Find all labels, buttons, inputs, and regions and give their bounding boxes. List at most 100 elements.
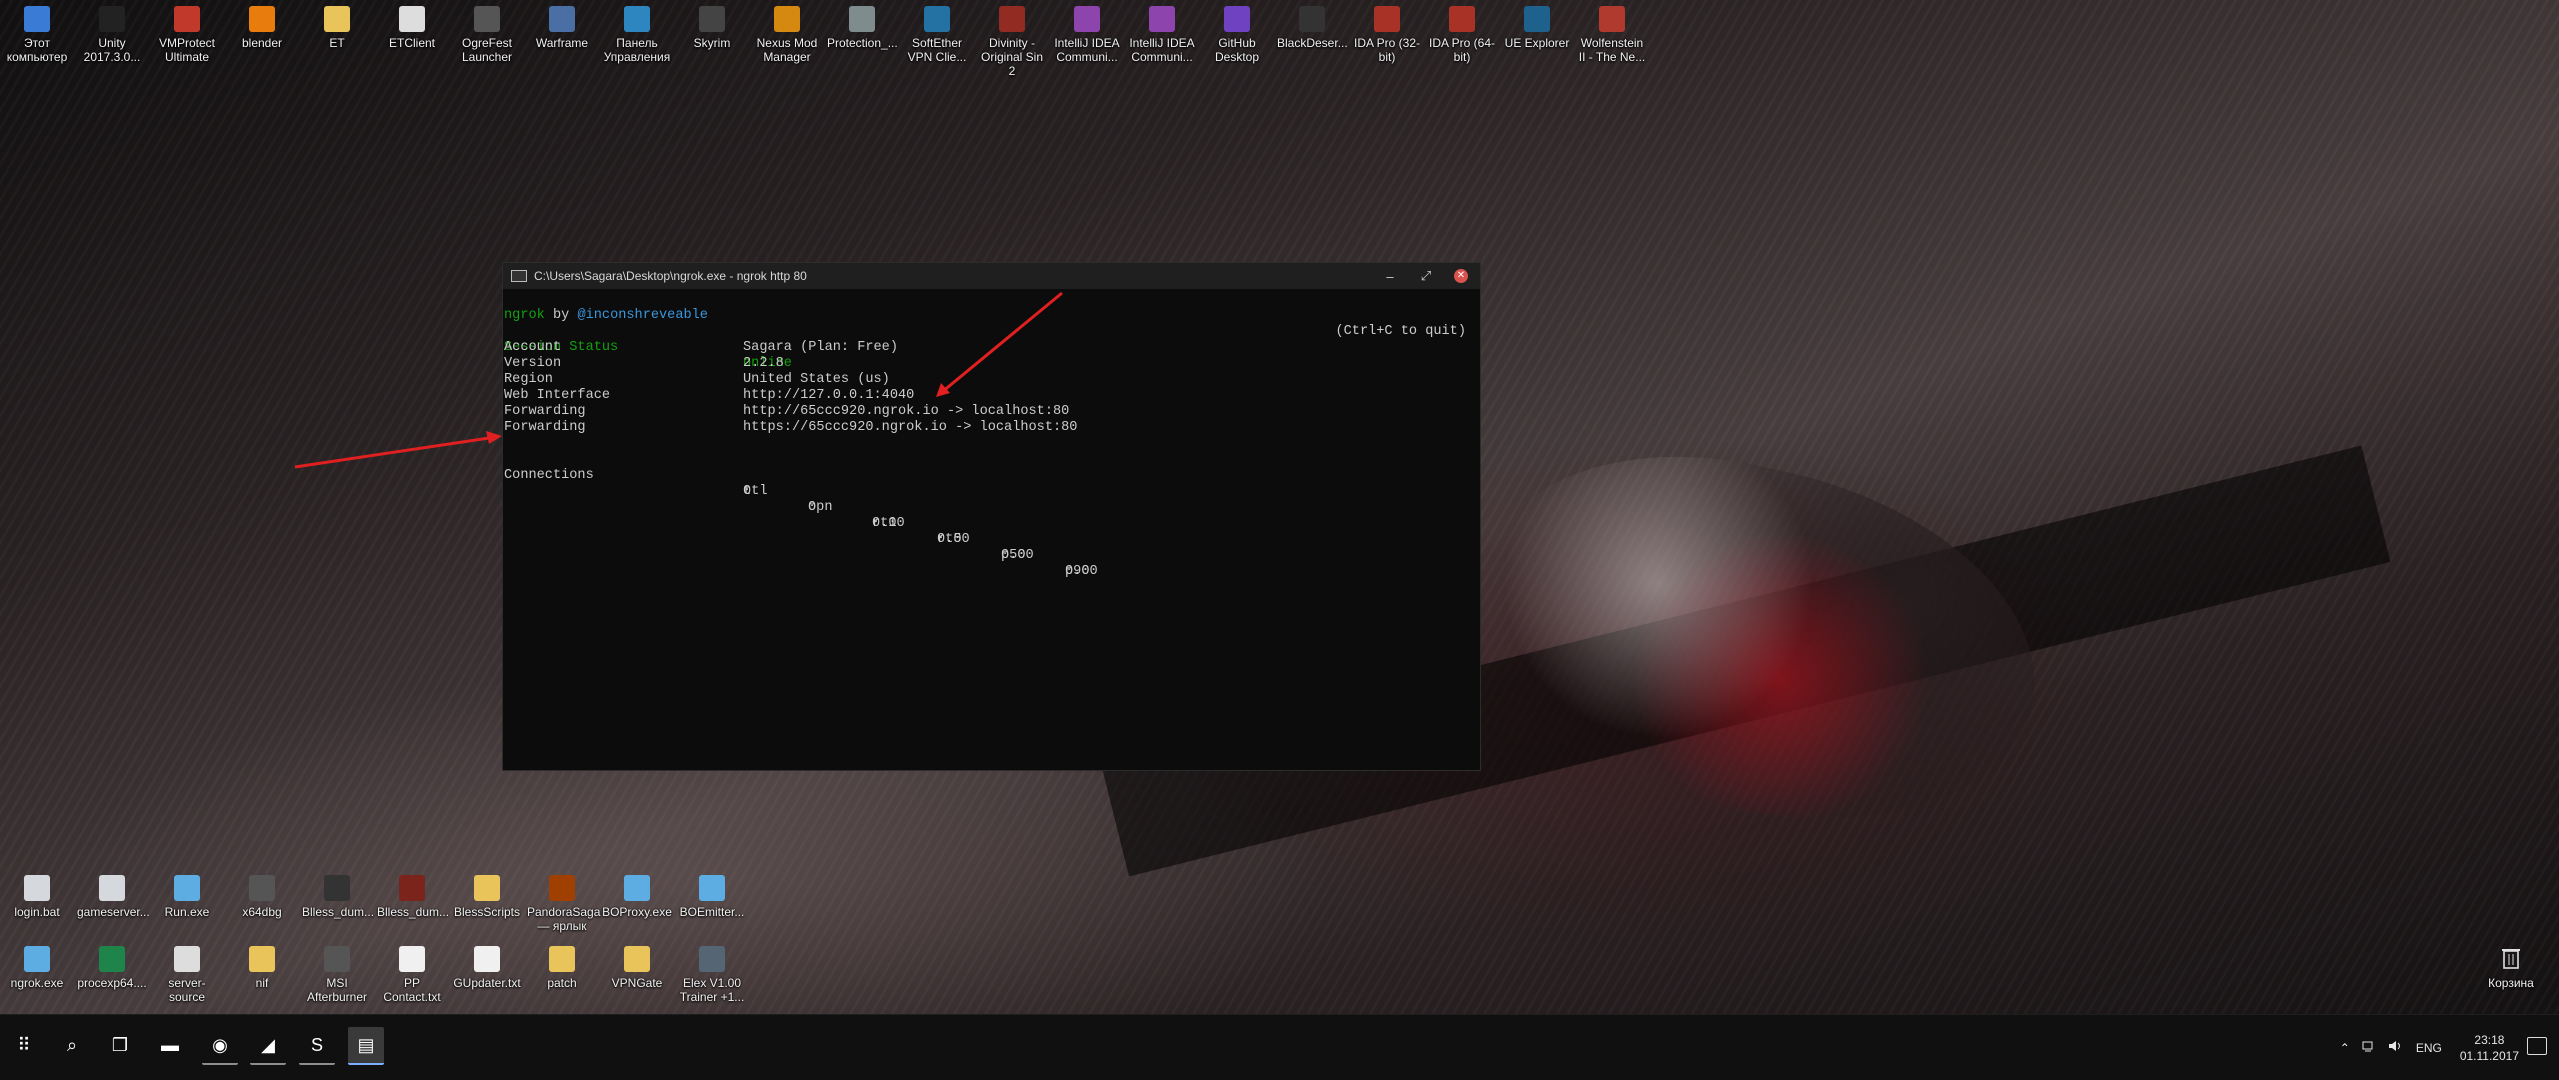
maximize-button[interactable]: ⤢ bbox=[1408, 268, 1444, 284]
desktop-shortcut[interactable]: BOEmitter... bbox=[677, 873, 747, 919]
desktop-shortcut[interactable]: gameserver... bbox=[77, 873, 150, 919]
file-icon bbox=[399, 6, 425, 32]
warframe-icon bbox=[549, 6, 575, 32]
desktop-shortcut-label: x64dbg bbox=[242, 905, 282, 919]
desktop-shortcut[interactable]: Protection_... bbox=[827, 4, 898, 50]
language-indicator[interactable]: ENG bbox=[2416, 1041, 2442, 1055]
nexus-icon bbox=[774, 6, 800, 32]
desktop-shortcut-label: IntelliJ IDEA Communi... bbox=[1054, 36, 1120, 64]
desktop-shortcut[interactable]: Blless_dum... bbox=[377, 873, 449, 919]
intellij-icon bbox=[1074, 6, 1100, 32]
info-line: Region United States (us) bbox=[503, 372, 1480, 388]
chrome-icon[interactable]: ◉ bbox=[202, 1027, 238, 1065]
ngrok-terminal-window[interactable]: C:\Users\Sagara\Desktop\ngrok.exe - ngro… bbox=[502, 262, 1481, 771]
file-explorer-icon[interactable]: ▬ bbox=[152, 1027, 188, 1063]
text-file-icon bbox=[474, 946, 500, 972]
desktop-shortcut[interactable]: Run.exe bbox=[152, 873, 222, 919]
desktop-shortcut[interactable]: MSI Afterburner bbox=[302, 944, 372, 1004]
desktop-shortcut[interactable]: BOProxy.exe bbox=[602, 873, 672, 919]
desktop-shortcut[interactable]: ngrok.exe bbox=[2, 944, 72, 990]
desktop-shortcut[interactable]: Blless_dum... bbox=[302, 873, 375, 919]
desktop-shortcut[interactable]: Warframe bbox=[527, 4, 597, 50]
desktop-shortcut[interactable]: Nexus Mod Manager bbox=[752, 4, 822, 64]
desktop-shortcut[interactable]: OgreFest Launcher bbox=[452, 4, 522, 64]
desktop-shortcut[interactable]: Elex V1.00 Trainer +1... bbox=[677, 944, 747, 1004]
desktop-shortcut-label: ET bbox=[329, 36, 345, 50]
desktop-shortcut-label: Blless_dum... bbox=[302, 905, 375, 919]
desktop-shortcut[interactable]: procexp64.... bbox=[77, 944, 147, 990]
desktop-shortcut-label: patch bbox=[547, 976, 577, 990]
desktop-shortcut[interactable]: PandoraSaga — ярлык bbox=[527, 873, 600, 933]
desktop-shortcut[interactable]: blender bbox=[227, 4, 297, 50]
desktop-shortcut-label: Divinity - Original Sin 2 bbox=[980, 36, 1044, 78]
procexp-icon bbox=[99, 946, 125, 972]
recycle-bin[interactable]: Корзина bbox=[2476, 944, 2546, 990]
desktop-shortcut-label: GUpdater.txt bbox=[453, 976, 521, 990]
terminal-output[interactable]: ngrok by @inconshreveable (Ctrl+C to qui… bbox=[503, 289, 1480, 579]
desktop-shortcut[interactable]: ET bbox=[302, 4, 372, 50]
tray-chevron-icon[interactable]: ⌃ bbox=[2340, 1041, 2350, 1055]
desktop-shortcut-label: PP Contact.txt bbox=[383, 976, 441, 1004]
search-icon[interactable]: ⌕ bbox=[54, 1027, 90, 1063]
desktop-shortcut-label: Skyrim bbox=[693, 36, 731, 50]
info-label: Forwarding bbox=[504, 404, 586, 419]
close-button[interactable]: ✕ bbox=[1454, 269, 1468, 283]
console-icon[interactable]: ▤ bbox=[348, 1027, 384, 1065]
desktop-shortcut[interactable]: Этот компьютер bbox=[2, 4, 72, 64]
desktop-shortcut[interactable]: IDA Pro (64-bit) bbox=[1427, 4, 1497, 64]
minimize-button[interactable]: – bbox=[1372, 269, 1408, 284]
desktop-shortcut-label: Wolfenstein II - The Ne... bbox=[1578, 36, 1646, 64]
desktop-shortcut[interactable]: Unity 2017.3.0... bbox=[77, 4, 147, 64]
desktop-shortcut[interactable]: nif bbox=[227, 944, 297, 990]
metric-value: 0.00 bbox=[1001, 548, 1034, 563]
desktop-shortcut[interactable]: BlessScripts bbox=[452, 873, 522, 919]
folder-icon bbox=[324, 6, 350, 32]
info-line: Version 2.2.8 bbox=[503, 356, 1480, 372]
desktop-shortcut-label: Run.exe bbox=[164, 905, 210, 919]
desktop-shortcut[interactable]: IntelliJ IDEA Communi... bbox=[1052, 4, 1122, 64]
desktop-shortcut-label: Nexus Mod Manager bbox=[756, 36, 818, 64]
desktop-shortcut[interactable]: SoftEther VPN Clie... bbox=[902, 4, 972, 64]
task-view-icon[interactable]: ❐ bbox=[102, 1027, 138, 1063]
console-window-icon bbox=[511, 270, 527, 282]
volume-icon[interactable] bbox=[2388, 1040, 2404, 1055]
afterburner-icon bbox=[324, 946, 350, 972]
desktop-shortcut[interactable]: Skyrim bbox=[677, 4, 747, 50]
network-icon[interactable] bbox=[2362, 1040, 2376, 1055]
desktop-shortcut[interactable]: Wolfenstein II - The Ne... bbox=[1577, 4, 1647, 64]
game-launcher-icon[interactable]: ◢ bbox=[250, 1027, 286, 1065]
desktop-shortcut[interactable]: Панель Управления bbox=[602, 4, 672, 64]
action-center-icon[interactable] bbox=[2527, 1037, 2547, 1055]
desktop-shortcut-label: SoftEther VPN Clie... bbox=[907, 36, 967, 64]
desktop-shortcut-label: procexp64.... bbox=[77, 976, 147, 990]
desktop-shortcut[interactable]: GUpdater.txt bbox=[452, 944, 522, 990]
skype-icon[interactable]: S bbox=[299, 1027, 335, 1065]
info-label: Region bbox=[504, 372, 553, 387]
desktop-shortcut[interactable]: PP Contact.txt bbox=[377, 944, 447, 1004]
desktop-shortcut[interactable]: BlackDeser... bbox=[1277, 4, 1348, 50]
desktop-shortcut-label: Этот компьютер bbox=[6, 36, 68, 64]
info-line: Account Sagara (Plan: Free) bbox=[503, 340, 1480, 356]
desktop-shortcut[interactable]: Divinity - Original Sin 2 bbox=[977, 4, 1047, 78]
desktop-shortcut[interactable]: server-source bbox=[152, 944, 222, 1004]
desktop-shortcut[interactable]: x64dbg bbox=[227, 873, 297, 919]
start-button[interactable]: ⠿ bbox=[6, 1027, 42, 1063]
debugger-icon bbox=[249, 875, 275, 901]
folder-icon bbox=[624, 946, 650, 972]
terminal-titlebar[interactable]: C:\Users\Sagara\Desktop\ngrok.exe - ngro… bbox=[503, 263, 1480, 289]
clock[interactable]: 23:18 01.11.2017 bbox=[2460, 1032, 2519, 1064]
desktop-shortcut[interactable]: IDA Pro (32-bit) bbox=[1352, 4, 1422, 64]
desktop-shortcut[interactable]: UE Explorer bbox=[1502, 4, 1572, 50]
blender-icon bbox=[249, 6, 275, 32]
desktop-shortcut[interactable]: ETClient bbox=[377, 4, 447, 50]
desktop-shortcut[interactable]: GitHub Desktop bbox=[1202, 4, 1272, 64]
desktop-shortcut[interactable]: VMProtect Ultimate bbox=[152, 4, 222, 64]
desktop-shortcut[interactable]: patch bbox=[527, 944, 597, 990]
desktop-shortcut[interactable]: VPNGate bbox=[602, 944, 672, 990]
bless-icon bbox=[324, 875, 350, 901]
info-line: Forwarding http://65ccc920.ngrok.io -> lo… bbox=[503, 404, 1480, 420]
unity-icon bbox=[99, 6, 125, 32]
ida-icon bbox=[1449, 6, 1475, 32]
desktop-shortcut[interactable]: login.bat bbox=[2, 873, 72, 919]
desktop-shortcut[interactable]: IntelliJ IDEA Communi... bbox=[1127, 4, 1197, 64]
